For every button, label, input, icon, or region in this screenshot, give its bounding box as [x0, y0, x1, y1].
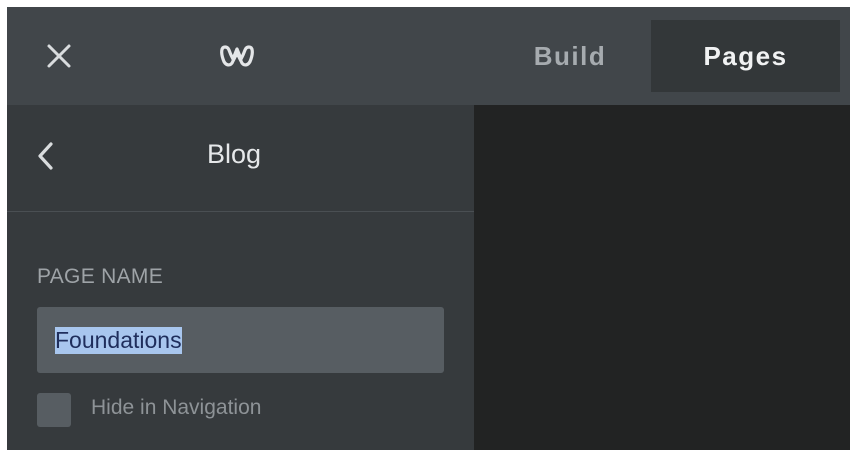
tab-pages[interactable]: Pages: [651, 20, 840, 92]
top-bar: Build Pages: [7, 7, 850, 105]
chevron-left-icon: [38, 142, 53, 170]
hide-in-navigation-checkbox[interactable]: [37, 393, 71, 427]
tab-build[interactable]: Build: [505, 20, 635, 92]
sidebar-title: Blog: [207, 139, 262, 169]
back-button[interactable]: [33, 139, 61, 173]
site-preview-area: [474, 105, 850, 450]
editor-window: Build Pages Blog PAGE NAME Hide in Navig…: [7, 7, 850, 450]
sidebar-header: Blog: [7, 105, 474, 212]
hide-in-navigation-label[interactable]: Hide in Navigation: [91, 396, 261, 420]
close-icon: [47, 44, 71, 68]
page-name-label: PAGE NAME: [37, 265, 164, 288]
page-settings-sidebar: Blog PAGE NAME Hide in Navigation: [7, 105, 474, 450]
weebly-logo-icon[interactable]: [219, 41, 255, 71]
close-button[interactable]: [45, 42, 73, 70]
page-name-input[interactable]: [37, 307, 444, 373]
